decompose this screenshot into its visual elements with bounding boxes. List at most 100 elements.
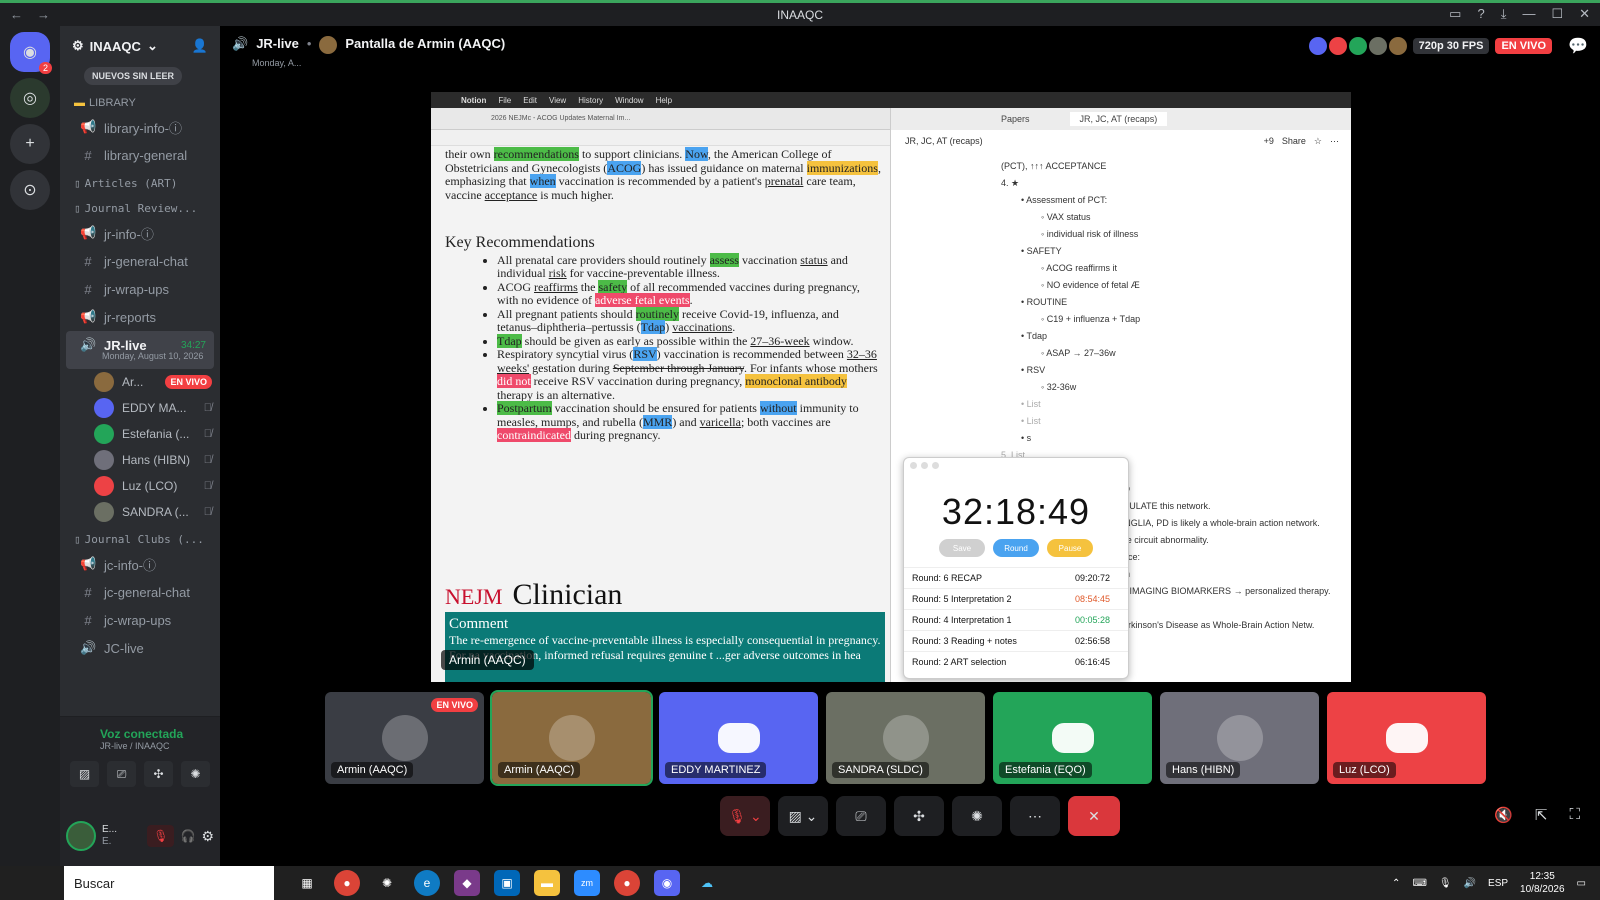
participant-tile[interactable]: SANDRA (SLDC) <box>826 692 985 784</box>
notification-icon[interactable]: ▭ <box>1577 878 1586 889</box>
help-icon[interactable]: ? <box>1477 6 1484 22</box>
menubar-item[interactable]: Edit <box>523 96 537 105</box>
camera-button[interactable]: ▨ ⌄ <box>778 796 828 836</box>
close-button[interactable]: ✕ <box>1579 6 1590 22</box>
outline-line[interactable]: • s <box>1001 430 1331 447</box>
outline-line[interactable]: • List <box>1001 413 1331 430</box>
outline-line[interactable]: • SAFETY <box>1001 243 1331 260</box>
minimize-button[interactable]: — <box>1522 6 1535 22</box>
outline-line[interactable]: 4. ★ <box>1001 175 1331 192</box>
channel-jc-info[interactable]: 📢 jc-info-ⓘ <box>66 550 214 578</box>
menubar-item[interactable]: Notion <box>461 96 486 105</box>
voice-channel[interactable]: JR-live / INAAQC <box>60 741 220 751</box>
channel-jr-reports[interactable]: 📢 jr-reports <box>66 303 214 331</box>
activities-button[interactable]: ✣ <box>894 796 944 836</box>
avatar[interactable] <box>66 821 96 851</box>
round-row[interactable]: Round: 3 Reading + notes 02:56:58 <box>904 630 1128 651</box>
maximize-button[interactable]: ☐ <box>1551 6 1563 22</box>
tab-recaps[interactable]: JR, JC, AT (recaps) <box>1069 112 1168 126</box>
mute-mic-icon[interactable]: 🎙 <box>147 825 175 847</box>
voice-user[interactable]: Hans (HIBN) 🎙̸ <box>60 447 220 473</box>
outline-line[interactable]: ◦ 32-36w <box>1001 379 1331 396</box>
participant-tile[interactable]: Armin (AAQC) EN VIVO <box>325 692 484 784</box>
round-row[interactable]: Round: 6 RECAP 09:20:72 <box>904 567 1128 588</box>
save-button[interactable]: Save <box>939 539 985 557</box>
outline-line[interactable]: ◦ C19 + influenza + Tdap <box>1001 311 1331 328</box>
store-icon[interactable]: ▣ <box>494 870 520 896</box>
participant-tile[interactable]: Luz (LCO) <box>1327 692 1486 784</box>
volume-mute-icon[interactable]: 🔇 <box>1494 806 1513 824</box>
participant-tile[interactable]: Estefania (EQO) <box>993 692 1152 784</box>
add-member-icon[interactable]: 👤 <box>192 38 208 54</box>
unread-pill[interactable]: NUEVOS SIN LEER <box>84 67 183 85</box>
outline-line[interactable]: • RSV <box>1001 362 1331 379</box>
screen-share-icon[interactable]: ⎚ <box>107 761 136 787</box>
back-arrow-icon[interactable]: ← <box>10 7 23 22</box>
channel-jc-live[interactable]: 🔊 JC-live <box>66 634 214 662</box>
soundboard-button[interactable]: ✺ <box>952 796 1002 836</box>
onedrive-icon[interactable]: ☁ <box>694 870 720 896</box>
outline-line[interactable]: ◦ VAX status <box>1001 209 1331 226</box>
share-button[interactable]: Share <box>1282 136 1306 146</box>
clock[interactable]: 12:35 10/8/2026 <box>1520 870 1565 896</box>
mic-icon[interactable]: 🎙 <box>1439 878 1452 889</box>
app-icon[interactable]: ◆ <box>454 870 480 896</box>
disconnect-button[interactable]: ✕ <box>1068 796 1120 836</box>
more-options-button[interactable]: ⋯ <box>1010 796 1060 836</box>
fullscreen-icon[interactable]: ⛶ <box>1569 806 1580 824</box>
participant-tile[interactable]: EDDY MARTINEZ <box>659 692 818 784</box>
more-icon[interactable]: ⋯ <box>1330 136 1339 147</box>
chevron-up-icon[interactable]: ⌃ <box>1392 878 1400 889</box>
voice-user[interactable]: SANDRA (... 🎙̸ <box>60 499 220 525</box>
mute-mic-button[interactable]: 🎙 ⌄ <box>720 796 770 836</box>
download-icon[interactable]: ⤓ <box>1501 6 1507 22</box>
voice-user[interactable]: EDDY MA... 🎙̸ <box>60 395 220 421</box>
voice-status[interactable]: Voz conectada <box>60 717 220 741</box>
voice-user[interactable]: Luz (LCO) 🎙̸ <box>60 473 220 499</box>
outline-line[interactable]: ◦ ASAP → 27–36w <box>1001 345 1331 362</box>
home-discord-icon[interactable]: ◉ 2 <box>10 32 52 74</box>
edge-icon[interactable]: e <box>414 870 440 896</box>
zoom-icon[interactable]: zm <box>574 870 600 896</box>
menubar-item[interactable]: File <box>498 96 511 105</box>
round-row[interactable]: Round: 4 Interpretation 1 00:05:28 <box>904 609 1128 630</box>
network-icon[interactable]: ⌨ <box>1412 878 1426 889</box>
popout-icon[interactable]: ⇱ <box>1535 806 1548 824</box>
round-row[interactable]: Round: 5 Interpretation 2 08:54:45 <box>904 588 1128 609</box>
voice-user[interactable]: Ar... EN VIVO <box>60 369 220 395</box>
menubar-item[interactable]: Help <box>656 96 672 105</box>
star-icon[interactable]: ☆ <box>1314 136 1322 147</box>
tab-papers[interactable]: Papers <box>1001 114 1030 124</box>
menubar-item[interactable]: History <box>578 96 603 105</box>
menubar-item[interactable]: View <box>549 96 566 105</box>
file-explorer-icon[interactable]: ▬ <box>534 870 560 896</box>
channel-library-info[interactable]: 📢 library-info-ⓘ <box>66 113 214 141</box>
outline-line[interactable]: ◦ ACOG reaffirms it <box>1001 260 1331 277</box>
outline-line[interactable]: • ROUTINE <box>1001 294 1331 311</box>
task-view-icon[interactable]: ▦ <box>294 870 320 896</box>
outline-line[interactable]: • Assessment of PCT: <box>1001 192 1331 209</box>
outline-line[interactable]: • List <box>1001 396 1331 413</box>
channel-jc-wrap[interactable]: # jc-wrap-ups <box>66 606 214 634</box>
server-inaaqc-icon[interactable]: ◎ <box>10 78 50 118</box>
voice-user[interactable]: Estefania (... 🎙̸ <box>60 421 220 447</box>
screen-share-button[interactable]: ⎚ <box>836 796 886 836</box>
volume-icon[interactable]: 🔊 <box>1464 878 1476 889</box>
discover-icon[interactable]: ⊙ <box>10 170 50 210</box>
channel-jr-wrap[interactable]: # jr-wrap-ups <box>66 275 214 303</box>
headphones-icon[interactable]: 🎧 <box>180 829 195 843</box>
chatgpt-icon[interactable]: ✺ <box>374 870 400 896</box>
inbox-icon[interactable]: ▭ <box>1449 6 1461 22</box>
page-title[interactable]: JR, JC, AT (recaps) <box>905 136 983 146</box>
participant-tile[interactable]: Hans (HIBN) <box>1160 692 1319 784</box>
menubar-item[interactable]: Window <box>615 96 643 105</box>
stopwatch-window[interactable]: 32:18:49 Save Round Pause Round: 6 RECAP… <box>903 457 1129 679</box>
discord-taskbar-icon[interactable]: ◉ <box>654 870 680 896</box>
pdf-viewer[interactable]: 2026 NEJMc - ACOG Updates Maternal Im...… <box>431 108 891 682</box>
outline-line[interactable]: (PCT), ↑↑↑ ACCEPTANCE <box>1001 158 1331 175</box>
soundboard-icon[interactable]: ✺ <box>181 761 210 787</box>
channel-jr-general[interactable]: # jr-general-chat <box>66 247 214 275</box>
activities-icon[interactable]: ✣ <box>144 761 173 787</box>
participant-avatars[interactable] <box>1308 37 1407 55</box>
settings-gear-icon[interactable]: ⚙ <box>201 828 214 845</box>
